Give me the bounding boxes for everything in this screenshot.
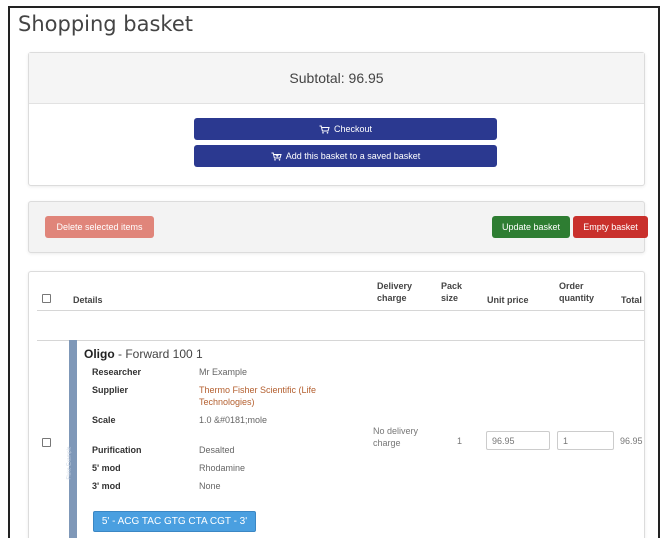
header-pack-size: Pack size: [441, 280, 462, 304]
product-name: Oligo - Forward 100 1: [84, 347, 203, 361]
cart-icon: [319, 125, 330, 134]
subtotal-text: Subtotal: 96.95: [29, 53, 644, 104]
sequence-button[interactable]: 5' - ACG TAC GTG CTA CGT - 3': [93, 511, 256, 532]
three-prime-mod-label: 3' mod: [92, 481, 121, 491]
basket-frame: Shopping basket Subtotal: 96.95 Checkout…: [8, 6, 660, 538]
actions-panel: Delete selected items Update basket Empt…: [28, 201, 648, 253]
header-pack-line1: Pack: [441, 281, 463, 291]
row-divider: [37, 340, 644, 341]
unit-price-input[interactable]: 96.95: [486, 431, 550, 450]
page-title: Shopping basket: [18, 12, 194, 36]
five-prime-mod-label: 5' mod: [92, 463, 121, 473]
delivery-charge-value: No delivery charge: [373, 425, 418, 449]
scale-label: Scale: [92, 415, 116, 425]
purification-label: Purification: [92, 445, 142, 455]
cart-plus-icon: [271, 152, 282, 161]
three-prime-mod-value: None: [199, 481, 221, 491]
delete-selected-button[interactable]: Delete selected items: [45, 216, 154, 238]
supplier-value-line2: Technologies): [199, 397, 255, 407]
row-select-checkbox[interactable]: [42, 438, 51, 447]
header-delivery-charge: Delivery charge: [377, 280, 412, 304]
select-all-checkbox[interactable]: [42, 294, 51, 303]
header-divider: [37, 310, 644, 311]
header-pack-line2: size: [441, 293, 459, 303]
header-order-line1: Order: [559, 281, 584, 291]
product-type-strip-label: Fluke Example: [66, 446, 73, 480]
subtotal-panel: Subtotal: 96.95 Checkout Add this basket…: [28, 52, 645, 186]
supplier-value[interactable]: Thermo Fisher Scientific (Life Technolog…: [199, 384, 316, 408]
header-total: Total: [621, 295, 642, 305]
checkout-label: Checkout: [333, 124, 373, 134]
header-order-line2: quantity: [559, 293, 594, 303]
product-type: Oligo: [84, 347, 115, 361]
header-delivery-line1: Delivery: [377, 281, 413, 291]
supplier-label: Supplier: [92, 385, 129, 395]
pack-size-value: 1: [457, 436, 463, 446]
product-title: - Forward 100 1: [114, 347, 203, 361]
purification-value: Desalted: [199, 445, 235, 455]
update-basket-button[interactable]: Update basket: [492, 216, 570, 238]
scale-value: 1.0 &#0181;mole: [199, 415, 268, 425]
supplier-value-line1: Thermo Fisher Scientific (Life: [199, 385, 317, 395]
header-delivery-line2: charge: [377, 293, 407, 303]
add-to-saved-basket-label: Add this basket to a saved basket: [285, 151, 421, 161]
five-prime-mod-value: Rhodamine: [199, 463, 246, 473]
researcher-label: Researcher: [92, 367, 142, 377]
order-quantity-input[interactable]: 1: [557, 431, 614, 450]
delivery-charge-line2: charge: [373, 438, 401, 448]
row-total-value: 96.95: [620, 436, 643, 446]
empty-basket-button[interactable]: Empty basket: [573, 216, 648, 238]
header-details: Details: [73, 295, 103, 305]
header-unit-price: Unit price: [487, 295, 529, 305]
product-type-strip: Fluke Example: [66, 340, 77, 538]
researcher-value: Mr Example: [199, 367, 248, 377]
checkout-button[interactable]: Checkout: [194, 118, 497, 140]
delivery-charge-line1: No delivery: [373, 426, 419, 436]
header-order-quantity: Order quantity: [559, 280, 594, 304]
basket-table: Details Delivery charge Pack size Unit p…: [28, 271, 645, 538]
add-to-saved-basket-button[interactable]: Add this basket to a saved basket: [194, 145, 497, 167]
